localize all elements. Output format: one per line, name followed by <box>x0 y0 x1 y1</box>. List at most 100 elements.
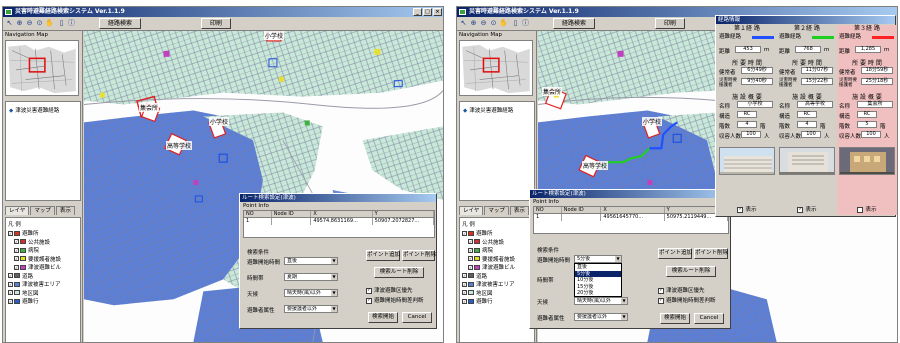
tree-item-route[interactable]: ◆ 津波災害避難経路 <box>9 106 59 114</box>
new-document-icon[interactable]: ▯ <box>511 19 520 28</box>
zoom-out-icon[interactable]: ⊖ <box>25 19 34 28</box>
table-row[interactable]: 1 49561645770... 50975.2119449... <box>534 214 729 221</box>
legend-item[interactable]: ✓ 公共施設 <box>8 238 78 247</box>
legend-item[interactable]: ✓ 津波避難ビル <box>462 263 532 272</box>
checkbox[interactable]: ✓ <box>468 239 473 245</box>
close-button[interactable]: × <box>433 8 442 16</box>
select-arrow-icon[interactable]: ↖ <box>5 19 14 28</box>
dropdown-option[interactable]: 20分後 <box>575 290 621 297</box>
checkbox[interactable]: ✓ <box>462 273 467 279</box>
evacuee-type-select[interactable]: 要援護者以外 ▼ <box>574 313 628 321</box>
checkbox[interactable]: ✓ <box>468 247 473 253</box>
evacuee-type-select[interactable]: 要援護者以外 ▼ <box>284 305 338 313</box>
zoom-in-icon[interactable]: ⊕ <box>15 19 24 28</box>
navigation-map[interactable] <box>5 40 79 96</box>
checkbox[interactable]: ✓ <box>462 281 467 287</box>
table-row[interactable]: 1 49574.8631169... 50907.2072827... <box>244 218 434 225</box>
start-time-select[interactable]: 直後 ▼ <box>284 257 338 265</box>
zoom-fit-icon[interactable]: ⊙ <box>489 19 498 28</box>
checkbox[interactable]: ✓ <box>8 290 13 296</box>
tab-map[interactable]: マップ <box>484 206 509 215</box>
start-search-button[interactable]: 検索開始 <box>368 312 398 323</box>
route-search-button[interactable]: 経路検索 <box>99 18 141 29</box>
legend-item[interactable]: ✓ 津波被害エリア <box>8 280 78 289</box>
legend-item[interactable]: ✓ 避難所 <box>462 229 532 238</box>
time-period-select[interactable]: 夏期 ▼ <box>284 273 338 281</box>
legend-item[interactable]: ✓ 地区図 <box>8 289 78 298</box>
checkbox[interactable]: ✓ <box>14 239 19 245</box>
legend-item[interactable]: ✓ 地区図 <box>462 289 532 298</box>
checkbox[interactable]: ✓ <box>462 230 467 236</box>
checkbox[interactable]: ✓ <box>14 256 19 262</box>
print-button[interactable]: 印刷 <box>655 18 685 29</box>
select-arrow-icon[interactable]: ↖ <box>459 19 468 28</box>
tree-item-route[interactable]: ◆ 津波災害避難経路 <box>463 106 513 114</box>
weather-select[interactable]: 晴天時(風)以外 ▼ <box>574 297 628 305</box>
route-search-button[interactable]: 経路検索 <box>553 18 595 29</box>
start-time-select[interactable]: 5分後 ▼ <box>574 255 622 263</box>
checkbox[interactable]: ✓ <box>14 264 19 270</box>
add-point-button[interactable]: ポイント追加 <box>366 250 400 261</box>
legend-item[interactable]: ✓ 避難行 <box>8 297 78 306</box>
legend-item[interactable]: ✓ 津波避難ビル <box>8 263 78 272</box>
route-method: 避難経路 <box>837 33 897 41</box>
pan-hand-icon[interactable]: ✋ <box>499 19 508 28</box>
tab-display[interactable]: 表示 <box>509 206 529 215</box>
route-search-dialog: ルート検索設定(津波) Point Info NO Node ID X Y 1 … <box>529 189 731 329</box>
legend-item[interactable]: ✓ 病院 <box>8 246 78 255</box>
minimize-button[interactable]: _ <box>413 8 422 16</box>
checkbox[interactable]: ✓ <box>8 273 13 279</box>
map-label-school-east: 小学校 <box>209 117 230 126</box>
new-document-icon[interactable]: ▯ <box>57 19 66 28</box>
navigation-map[interactable] <box>459 40 533 96</box>
legend-item[interactable]: ✓ 道路 <box>462 272 532 281</box>
zoom-in-icon[interactable]: ⊕ <box>469 19 478 28</box>
tsunami-priority-checkbox[interactable]: ✓ 津波避難区優先 <box>366 286 413 294</box>
show-route-checkbox[interactable]: 表示 <box>837 205 897 213</box>
pan-hand-icon[interactable]: ✋ <box>45 19 54 28</box>
checkbox[interactable]: ✓ <box>8 281 13 287</box>
info-icon[interactable]: ⓘ <box>521 19 530 28</box>
legend-item[interactable]: ✓ 病院 <box>462 246 532 255</box>
zoom-fit-icon[interactable]: ⊙ <box>35 19 44 28</box>
legend-item[interactable]: ✓ 避難行 <box>462 297 532 306</box>
checkbox[interactable]: ✓ <box>462 290 467 296</box>
tab-layer[interactable]: レイヤ <box>459 206 484 215</box>
maximize-button[interactable]: □ <box>423 8 432 16</box>
delete-route-button[interactable]: 検索ルート削除 <box>666 266 716 277</box>
info-icon[interactable]: ⓘ <box>67 19 76 28</box>
evacuee-type-label: 避難者属性 <box>537 316 565 322</box>
checkbox[interactable]: ✓ <box>8 298 13 304</box>
checkbox[interactable]: ✓ <box>462 298 467 304</box>
tsunami-priority-checkbox[interactable]: ✓ 津波避難区優先 <box>658 286 705 294</box>
legend-item[interactable]: ✓ 津波被害エリア <box>462 280 532 289</box>
show-route-checkbox[interactable]: ✓ 表示 <box>777 205 837 213</box>
time-diff-checkbox[interactable]: ✓ 避難開始時間差判断 <box>366 296 424 304</box>
dialog-title: ルート検索設定(津波) <box>530 190 730 198</box>
tab-layer[interactable]: レイヤ <box>5 206 30 215</box>
weather-select[interactable]: 晴天時(風)以外 ▼ <box>284 289 338 297</box>
checkbox[interactable]: ✓ <box>468 256 473 262</box>
delete-point-button[interactable]: ポイント削除 <box>402 250 436 261</box>
legend-item[interactable]: ✓ 公共施設 <box>462 238 532 247</box>
cancel-button[interactable]: Cancel <box>694 313 724 324</box>
checkbox[interactable]: ✓ <box>8 230 13 236</box>
legend-item[interactable]: ✓ 要援護者施設 <box>462 255 532 264</box>
zoom-out-icon[interactable]: ⊖ <box>479 19 488 28</box>
screenshot-route-search: 災害時避難経路検索システム Ver.1.1.9 _ □ × ↖ ⊕ ⊖ ⊙ ✋ … <box>2 6 444 343</box>
show-route-checkbox[interactable]: ✓ 表示 <box>717 205 777 213</box>
print-button[interactable]: 印刷 <box>201 18 231 29</box>
legend-item[interactable]: ✓ 避難所 <box>8 229 78 238</box>
add-point-button[interactable]: ポイント追加 <box>658 248 692 259</box>
time-diff-checkbox[interactable]: ✓ 避難開始時間差判断 <box>658 296 716 304</box>
checkbox[interactable]: ✓ <box>14 247 19 253</box>
delete-point-button[interactable]: ポイント削除 <box>694 248 728 259</box>
start-search-button[interactable]: 検索開始 <box>660 313 690 324</box>
cancel-button[interactable]: Cancel <box>402 312 432 323</box>
legend-item[interactable]: ✓ 要援護者施設 <box>8 255 78 264</box>
tab-display[interactable]: 表示 <box>55 206 75 215</box>
checkbox[interactable]: ✓ <box>468 264 473 270</box>
legend-item[interactable]: ✓ 道路 <box>8 272 78 281</box>
tab-map[interactable]: マップ <box>30 206 55 215</box>
delete-route-button[interactable]: 検索ルート削除 <box>374 267 424 278</box>
